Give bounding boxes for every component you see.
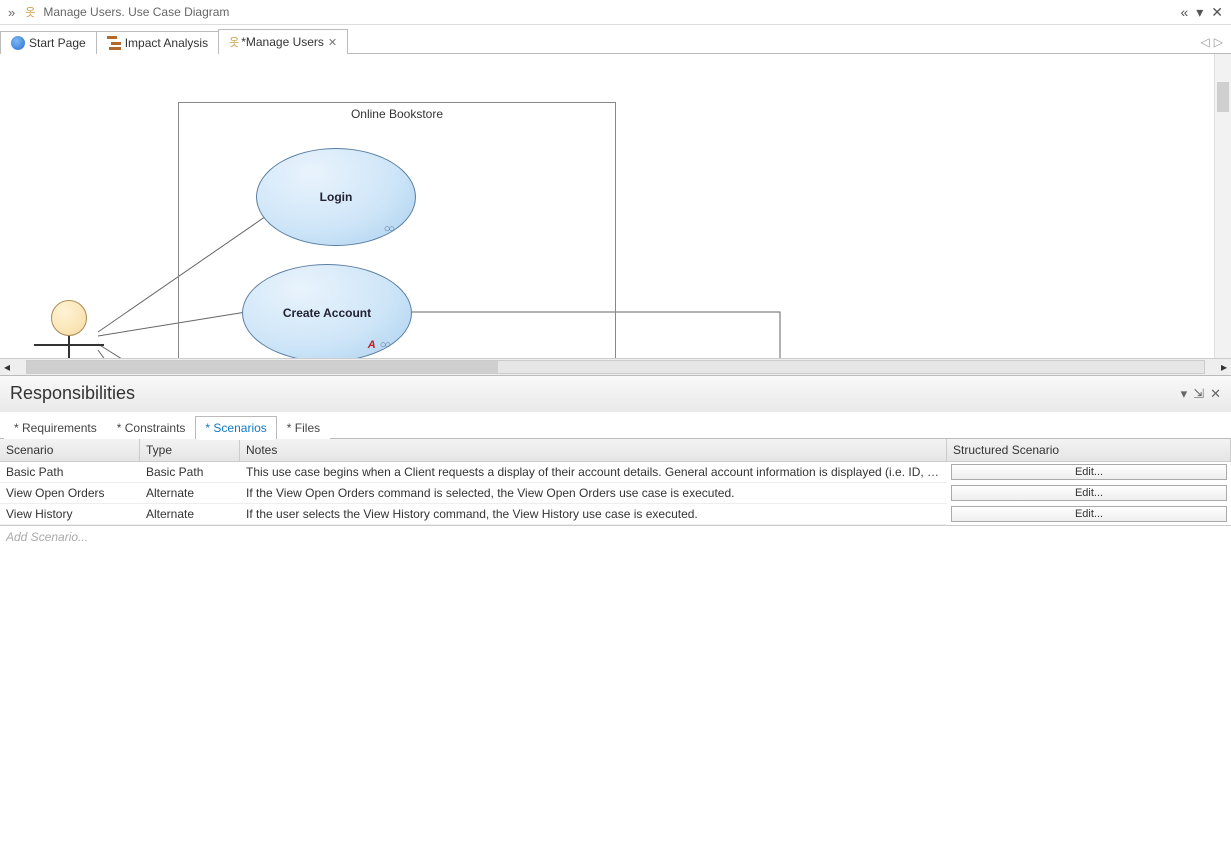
tab-label: *Manage Users xyxy=(241,35,324,49)
col-scenario[interactable]: Scenario xyxy=(0,439,140,462)
horizontal-scrollbar[interactable]: ◂▸ xyxy=(0,358,1231,375)
diagram-canvas[interactable]: Online Bookstore Client (from Actors) Lo… xyxy=(0,54,1231,358)
edit-button[interactable]: Edit... xyxy=(951,506,1227,522)
col-type[interactable]: Type xyxy=(140,439,240,462)
tab-constraints[interactable]: * Constraints xyxy=(107,416,196,439)
cell-type[interactable]: Alternate xyxy=(140,504,240,525)
chevron-right-icon[interactable]: » xyxy=(8,5,15,20)
tab-start-page[interactable]: Start Page xyxy=(0,31,97,54)
panel-menu-icon[interactable]: ▾ xyxy=(1181,386,1188,402)
tab-files[interactable]: * Files xyxy=(277,416,330,439)
responsibilities-header: Responsibilities ▾ ⇲ ✕ xyxy=(0,375,1231,412)
cell-notes[interactable]: This use case begins when a Client reque… xyxy=(240,462,947,483)
actor-head-icon xyxy=(51,300,87,336)
add-scenario-row[interactable]: Add Scenario... xyxy=(0,526,1231,548)
cell-notes[interactable]: If the user selects the View History com… xyxy=(240,504,947,525)
system-boundary-title: Online Bookstore xyxy=(351,107,443,121)
tab-impact-analysis[interactable]: Impact Analysis xyxy=(96,31,219,54)
cell-scenario[interactable]: View History xyxy=(0,504,140,525)
tab-manage-users[interactable]: 옷 *Manage Users ✕ xyxy=(218,29,348,54)
edit-button[interactable]: Edit... xyxy=(951,464,1227,480)
globe-icon xyxy=(11,36,25,50)
nav-right-icon[interactable]: ▷ xyxy=(1214,35,1223,49)
cell-notes[interactable]: If the View Open Orders command is selec… xyxy=(240,483,947,504)
panel-title: Responsibilities xyxy=(10,383,135,404)
tab-label: Start Page xyxy=(29,36,86,50)
col-notes[interactable]: Notes xyxy=(240,439,947,462)
scenarios-grid: Scenario Type Notes Structured Scenario … xyxy=(0,439,1231,548)
collapse-icon[interactable]: « xyxy=(1180,4,1188,21)
cell-scenario[interactable]: Basic Path xyxy=(0,462,140,483)
cell-type[interactable]: Basic Path xyxy=(140,462,240,483)
editor-tabs: Start Page Impact Analysis 옷 *Manage Use… xyxy=(0,25,1231,54)
responsibilities-tabs: * Requirements * Constraints * Scenarios… xyxy=(0,412,1231,439)
use-case-icon: 옷 xyxy=(25,4,33,20)
use-case-login[interactable]: Login ○○ xyxy=(256,148,416,246)
tab-label: Impact Analysis xyxy=(125,36,208,50)
use-case-label: Create Account xyxy=(283,306,371,320)
vertical-scrollbar[interactable] xyxy=(1214,54,1231,358)
tab-scenarios[interactable]: * Scenarios xyxy=(195,416,276,439)
close-panel-icon[interactable]: ✕ xyxy=(1210,386,1221,402)
close-window-icon[interactable]: ✕ xyxy=(1211,4,1223,21)
actor-client[interactable]: Client (from Actors) xyxy=(34,300,104,358)
tab-requirements[interactable]: * Requirements xyxy=(4,416,107,439)
cell-type[interactable]: Alternate xyxy=(140,483,240,504)
dropdown-icon[interactable]: ▾ xyxy=(1196,4,1203,21)
cell-scenario[interactable]: View Open Orders xyxy=(0,483,140,504)
use-case-label: Login xyxy=(320,190,353,204)
edit-button[interactable]: Edit... xyxy=(951,485,1227,501)
hierarchy-icon xyxy=(107,36,121,50)
nav-left-icon[interactable]: ◁ xyxy=(1201,35,1210,49)
title-bar: » 옷 Manage Users. Use Case Diagram « ▾ ✕ xyxy=(0,0,1231,25)
pin-icon[interactable]: ⇲ xyxy=(1193,386,1204,402)
close-tab-icon[interactable]: ✕ xyxy=(328,36,337,49)
window-title: Manage Users. Use Case Diagram xyxy=(43,5,229,19)
use-case-create-account[interactable]: Create Account ○○ xyxy=(242,264,412,358)
col-structured[interactable]: Structured Scenario xyxy=(947,439,1231,462)
use-case-icon: 옷 xyxy=(229,34,237,50)
